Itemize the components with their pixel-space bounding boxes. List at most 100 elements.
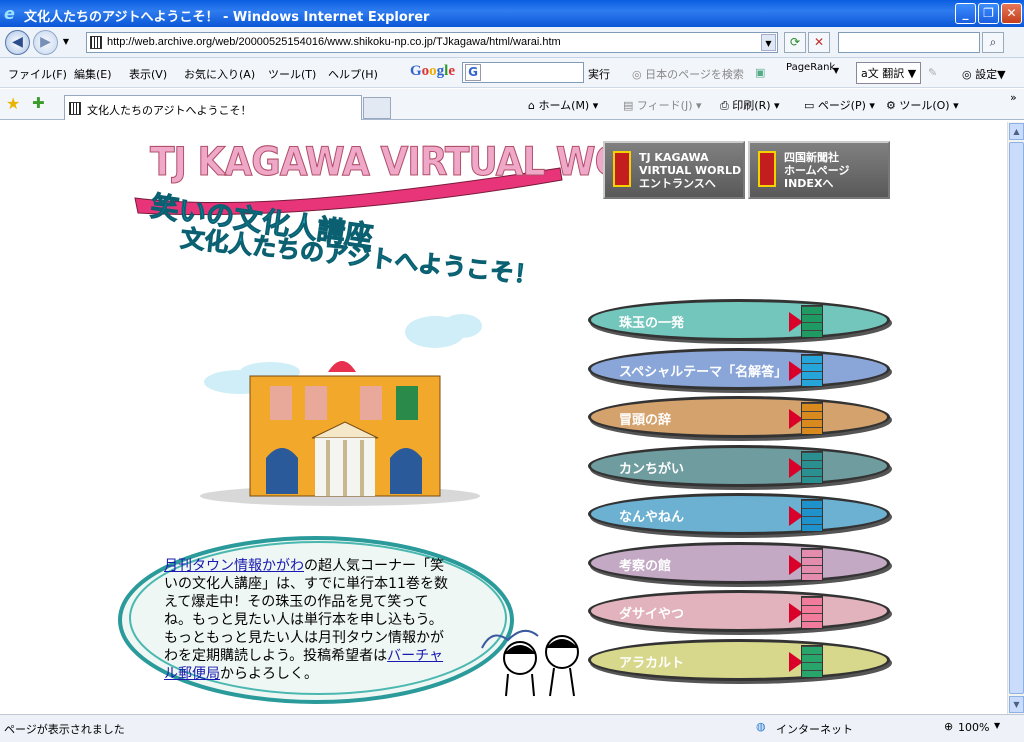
nav-item[interactable]: 珠玉の一発 (588, 299, 890, 341)
door-icon (801, 499, 823, 532)
maximize-button[interactable]: ❐ (978, 3, 999, 24)
highlight-icon[interactable]: ✎ (928, 66, 937, 79)
search-input[interactable] (838, 32, 980, 53)
nav-item-label: アラカルト (619, 655, 685, 671)
pagerank-dropdown-icon[interactable]: ▼ (833, 66, 839, 75)
page-label: ページ(P) (817, 99, 866, 112)
search-icon[interactable]: ⌕ (982, 32, 1004, 53)
print-button[interactable]: ⎙ 印刷(R) ▾ (720, 97, 780, 113)
settings-button[interactable]: ◎ 設定▼ (962, 66, 1006, 82)
door-icon (801, 547, 823, 581)
globe-icon: ◍ (756, 720, 766, 733)
menu-favorites[interactable]: お気に入り(A) (184, 66, 255, 82)
site-logo: TJ KAGAWA VIRTUAL WORD (150, 139, 682, 186)
url-dropdown-icon[interactable]: ▼ (761, 34, 776, 51)
scroll-up-icon[interactable]: ▲ (1009, 123, 1024, 140)
nav-item[interactable]: 考察の館 (588, 541, 890, 584)
status-text: ページが表示されました (4, 723, 125, 736)
zoom-icon: ⊕ (944, 720, 954, 733)
new-tab-button[interactable] (363, 97, 391, 119)
nav-item-label: 珠玉の一発 (619, 316, 685, 331)
zoom-level[interactable]: 100% (958, 721, 989, 734)
scroll-down-icon[interactable]: ▼ (1009, 696, 1024, 713)
tab-page-icon (69, 102, 81, 115)
favorites-star-icon[interactable]: ★ (6, 94, 20, 113)
menu-edit[interactable]: 編集(E) (74, 66, 112, 82)
ie-logo-icon: e (4, 4, 15, 23)
vw-entrance-label: TJ KAGAWA VIRTUAL WORLD エントランスへ (639, 151, 742, 190)
door-icon (801, 353, 823, 387)
menu-bar: ファイル(F) 編集(E) 表示(V) お気に入り(A) ツール(T) ヘルプ(… (0, 58, 1024, 88)
vertical-scrollbar[interactable]: ▲ ▼ (1007, 122, 1024, 714)
nav-item-label: なんやねん (619, 510, 685, 525)
nav-item[interactable]: ダサイやつ (588, 590, 890, 632)
stop-icon[interactable]: ✕ (808, 32, 830, 53)
nav-item[interactable]: スペシャルテーマ「名解答」 (588, 347, 890, 390)
tab-bar: ★ ✚ 文化人たちのアジトへようこそ！ ⌂ ホーム(M) ▾ ▤ フィード(J)… (0, 89, 1024, 120)
menu-help[interactable]: ヘルプ(H) (328, 66, 378, 82)
status-bar: ページが表示されました ◍ インターネット ⊕ 100% ▼ (0, 714, 1024, 742)
feeds-button[interactable]: ▤ フィード(J) ▾ (623, 97, 702, 113)
door-icon (801, 450, 823, 484)
close-button[interactable]: ✕ (1001, 3, 1022, 24)
pagerank-label[interactable]: PageRank (786, 62, 835, 73)
google-search-input[interactable]: G (462, 62, 584, 83)
zone-text: インターネット (776, 723, 853, 736)
translate-button[interactable]: a文 翻訳 ▼ (856, 62, 922, 84)
tab-label: 文化人たちのアジトへようこそ！ (87, 104, 252, 117)
shikoku-index-button[interactable]: 四国新聞社 ホームページ INDEXへ (748, 141, 890, 199)
back-button[interactable]: ◀ (5, 30, 30, 55)
home-button[interactable]: ⌂ ホーム(M) ▾ (528, 97, 598, 113)
tab-active[interactable]: 文化人たちのアジトへようこそ！ (64, 95, 362, 120)
tools-button[interactable]: ⚙ ツール(O) ▾ (886, 97, 959, 113)
intro-text: 月刊タウン情報かがわの超人気コーナー「笑いの文化人講座」は、すでに単行本11巻を… (164, 557, 454, 683)
door-icon (758, 151, 776, 187)
google-run-button[interactable]: 実行 (588, 66, 610, 82)
menu-view[interactable]: 表示(V) (129, 66, 167, 82)
town-info-link[interactable]: 月刊タウン情報かがわ (164, 558, 304, 574)
chevron-icon[interactable]: » (1010, 91, 1017, 104)
tools-label: ツール(O) (899, 99, 950, 112)
door-icon (801, 596, 823, 629)
door-icon (801, 402, 823, 435)
menu-tools[interactable]: ツール(T) (268, 66, 316, 82)
image-search-icon[interactable]: ▣ (755, 66, 765, 79)
nav-item-label: スペシャルテーマ「名解答」 (619, 364, 788, 380)
nav-item-label: ダサイやつ (619, 607, 685, 622)
google-g-icon: G (465, 64, 481, 81)
nav-item-label: 冒頭の辞 (619, 413, 672, 428)
shikoku-index-label: 四国新聞社 ホームページ INDEXへ (784, 151, 850, 190)
google-jp-search-label: 日本のページを検索 (645, 68, 744, 81)
scroll-thumb[interactable] (1009, 142, 1024, 694)
nav-item[interactable]: なんやねん (588, 493, 890, 535)
nav-item-label: カンちがい (619, 461, 685, 477)
browser-window: e 文化人たちのアジトへようこそ！ - Windows Internet Exp… (0, 0, 1024, 742)
forward-button[interactable]: ▶ (33, 30, 58, 55)
building-illustration (200, 314, 482, 506)
refresh-icon[interactable]: ⟳ (784, 32, 806, 53)
url-text: http://web.archive.org/web/2000052515401… (107, 36, 561, 48)
door-icon (613, 151, 631, 187)
print-label: 印刷(R) (732, 99, 771, 112)
google-jp-search-button[interactable]: ◎ 日本のページを検索 (632, 66, 744, 82)
page-button[interactable]: ▭ ページ(P) ▾ (804, 97, 875, 113)
url-input[interactable]: http://web.archive.org/web/2000052515401… (86, 32, 778, 53)
nav-item-label: 考察の館 (619, 558, 672, 574)
add-favorite-icon[interactable]: ✚ (32, 94, 45, 112)
feeds-label: フィード(J) (636, 99, 693, 112)
zoom-dropdown-icon[interactable]: ▼ (994, 721, 1000, 730)
nav-item[interactable]: 冒頭の辞 (588, 396, 890, 438)
menu-file[interactable]: ファイル(F) (8, 66, 67, 82)
vw-entrance-button[interactable]: TJ KAGAWA VIRTUAL WORLD エントランスへ (603, 141, 745, 199)
title-bar: e 文化人たちのアジトへようこそ！ - Windows Internet Exp… (0, 0, 1024, 27)
home-label: ホーム(M) (538, 99, 590, 112)
page-content: TJ KAGAWA VIRTUAL WORD 笑いの文化人講座 文化人たちのアジ… (0, 122, 1007, 714)
minimize-button[interactable]: _ (955, 3, 976, 24)
nav-item[interactable]: アラカルト (588, 638, 890, 681)
page-icon (90, 36, 102, 49)
door-icon (801, 305, 823, 338)
intro-tail: からよろしく。 (220, 666, 318, 682)
history-dropdown-icon[interactable]: ▼ (60, 32, 72, 53)
door-icon (801, 644, 823, 678)
nav-item[interactable]: カンちがい (588, 444, 890, 487)
